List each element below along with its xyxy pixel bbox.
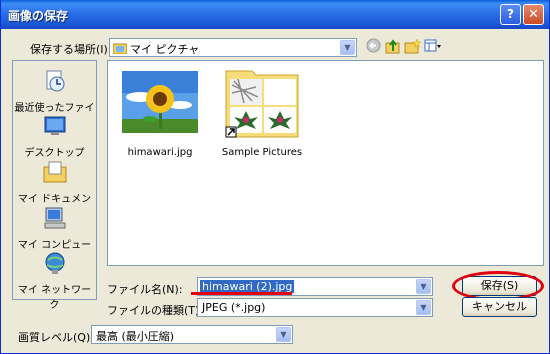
save-image-dialog: 画像の保存 ? ✕ 保存する場所(I): マイ ピクチャ ▼ 最近使ったファイ … <box>0 0 550 354</box>
file-item-himawari[interactable]: himawari.jpg <box>118 67 202 158</box>
file-name: himawari.jpg <box>127 147 193 158</box>
filetype-value: JPEG (*.jpg) <box>202 301 266 314</box>
my-network-icon <box>45 252 64 274</box>
my-documents-icon <box>43 161 66 183</box>
folder-name: Sample Pictures <box>221 147 303 158</box>
filetype-dropdown[interactable]: JPEG (*.jpg) ▼ <box>197 298 433 317</box>
quality-label: 画質レベル(Q): <box>18 331 94 344</box>
location-label: 保存する場所(I): <box>30 43 112 56</box>
places-bar: 最近使ったファイル デスクトップ マイ ドキュメント マイ コンピュータ <box>12 60 97 311</box>
up-folder-icon[interactable] <box>385 38 401 54</box>
desktop-icon <box>44 116 65 135</box>
recent-files-icon <box>46 70 64 92</box>
close-button[interactable]: ✕ <box>523 4 544 25</box>
new-folder-icon[interactable] <box>404 38 421 54</box>
annotation-underline <box>191 292 292 295</box>
folder-item-sample-pictures[interactable]: Sample Pictures <box>220 67 304 158</box>
location-dropdown[interactable]: マイ ピクチャ ▼ <box>109 38 357 57</box>
dialog-title: 画像の保存 <box>8 9 69 23</box>
chevron-down-icon[interactable]: ▼ <box>416 300 431 315</box>
cancel-button[interactable]: キャンセル <box>462 297 537 317</box>
my-computer-icon <box>44 207 65 229</box>
place-label: デスクトップ <box>24 148 85 159</box>
view-menu-icon[interactable] <box>424 38 442 53</box>
title-bar[interactable]: 画像の保存 ? ✕ <box>1 0 549 29</box>
folder-thumbnail <box>225 70 299 138</box>
chevron-down-icon[interactable]: ▼ <box>276 327 291 342</box>
filetype-label: ファイルの種類(T): <box>107 304 204 317</box>
chevron-down-icon[interactable]: ▼ <box>340 40 355 55</box>
folder-pictures-icon <box>113 43 127 54</box>
filename-label: ファイル名(N): <box>107 283 183 296</box>
place-desktop[interactable]: デスクトップ <box>13 114 96 159</box>
help-button[interactable]: ? <box>500 4 521 25</box>
location-value: マイ ピクチャ <box>130 43 200 56</box>
file-list[interactable]: himawari.jpg Sample Pictures <box>107 60 544 266</box>
chevron-down-icon[interactable]: ▼ <box>416 279 431 294</box>
sunflower-thumbnail <box>120 67 200 139</box>
quality-value: 最高 (最小圧縮) <box>96 330 175 343</box>
place-label: マイ ネットワーク <box>17 285 92 311</box>
back-icon[interactable] <box>366 38 381 53</box>
quality-dropdown[interactable]: 最高 (最小圧縮) ▼ <box>91 325 293 344</box>
place-my-network[interactable]: マイ ネットワーク <box>13 251 96 311</box>
